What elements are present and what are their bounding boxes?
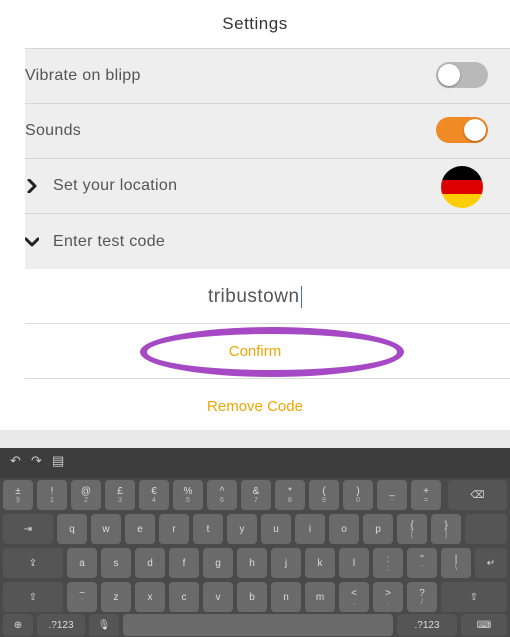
key-e[interactable]: e xyxy=(125,514,155,544)
key-g[interactable]: g xyxy=(203,548,233,578)
setting-row-vibrate[interactable]: Vibrate on blipp xyxy=(25,48,510,103)
key-f[interactable]: f xyxy=(169,548,199,578)
key-j[interactable]: j xyxy=(271,548,301,578)
key-0[interactable]: ) 0 xyxy=(343,480,373,510)
toggle-knob xyxy=(464,119,486,141)
key-2[interactable]: @2 xyxy=(71,480,101,510)
key-i[interactable]: i xyxy=(295,514,325,544)
numbers-key[interactable]: .?123 xyxy=(37,614,85,636)
tab-key[interactable]: ⇥ xyxy=(3,514,53,544)
key-`[interactable]: ~ ` xyxy=(67,582,97,612)
key-s[interactable]: s xyxy=(101,548,131,578)
toggle-knob xyxy=(438,64,460,86)
key-§[interactable]: ± § xyxy=(3,480,33,510)
key-symbol[interactable]: | \ xyxy=(441,548,471,578)
header-bar: Settings xyxy=(0,0,510,48)
backspace-key[interactable]: ⌫ xyxy=(448,480,507,510)
key-4[interactable]: €4 xyxy=(139,480,169,510)
page-title: Settings xyxy=(222,14,288,33)
mic-key[interactable]: 🎙 xyxy=(89,614,119,636)
key-=[interactable]: + = xyxy=(411,480,441,510)
key-k[interactable]: k xyxy=(305,548,335,578)
key-9[interactable]: (9 xyxy=(309,480,339,510)
sounds-toggle[interactable] xyxy=(436,117,488,143)
key-v[interactable]: v xyxy=(203,582,233,612)
key-x[interactable]: x xyxy=(135,582,165,612)
chevron-right-icon xyxy=(25,179,39,193)
text-caret xyxy=(300,285,303,308)
setting-row-sounds[interactable]: Sounds xyxy=(25,103,510,158)
key-b[interactable]: b xyxy=(237,582,267,612)
key-p[interactable]: p xyxy=(363,514,393,544)
key-d[interactable]: d xyxy=(135,548,165,578)
key-u[interactable]: u xyxy=(261,514,291,544)
redo-icon[interactable]: ↷ xyxy=(31,453,42,469)
setting-row-location[interactable]: Set your location xyxy=(25,158,510,213)
setting-label-vibrate: Vibrate on blipp xyxy=(25,67,141,84)
key-7[interactable]: & 7 xyxy=(241,480,271,510)
confirm-button[interactable]: Confirm xyxy=(0,324,510,378)
key-w[interactable]: w xyxy=(91,514,121,544)
key-1[interactable]: ! 1 xyxy=(37,480,67,510)
return-key[interactable]: ↵ xyxy=(475,548,507,578)
key-symbol[interactable]: :; xyxy=(373,548,403,578)
setting-label-test-code: Enter test code xyxy=(53,232,166,250)
shift-key[interactable]: ⇧ xyxy=(3,582,63,612)
key-8[interactable]: * 8 xyxy=(275,480,305,510)
key-m[interactable]: m xyxy=(305,582,335,612)
key-n[interactable]: n xyxy=(271,582,301,612)
key-h[interactable]: h xyxy=(237,548,267,578)
key-o[interactable]: o xyxy=(329,514,359,544)
key-r[interactable]: r xyxy=(159,514,189,544)
numbers-key-right[interactable]: .?123 xyxy=(397,614,457,636)
keyboard-top-strip xyxy=(0,430,510,448)
key-[[interactable]: {[ xyxy=(397,514,427,544)
vibrate-toggle[interactable] xyxy=(436,62,488,88)
key-z[interactable]: z xyxy=(101,582,131,612)
key-y[interactable]: y xyxy=(227,514,257,544)
key--[interactable]: _ - xyxy=(377,480,407,510)
confirm-label: Confirm xyxy=(228,342,282,360)
key-c[interactable]: c xyxy=(169,582,199,612)
test-code-value: tribustown xyxy=(207,285,300,307)
key-symbol[interactable]: " ' xyxy=(407,548,437,578)
test-code-input[interactable]: tribustown xyxy=(0,270,510,323)
key-q[interactable]: q xyxy=(57,514,87,544)
paste-icon[interactable]: ▤ xyxy=(52,453,64,469)
germany-flag-icon[interactable] xyxy=(441,166,483,208)
globe-key[interactable]: ⊕ xyxy=(3,614,33,636)
setting-row-test-code[interactable]: Enter test code xyxy=(25,213,510,269)
setting-label-location: Set your location xyxy=(53,177,178,194)
key-6[interactable]: ^ 6 xyxy=(207,480,237,510)
key-a[interactable]: a xyxy=(67,548,97,578)
undo-icon[interactable]: ↶ xyxy=(10,453,21,469)
caps-lock-key[interactable]: ⇪ xyxy=(3,548,63,578)
chevron-down-icon xyxy=(25,235,39,249)
key-,[interactable]: <, xyxy=(339,582,369,612)
remove-code-label: Remove Code xyxy=(207,397,303,415)
key-][interactable]: }] xyxy=(431,514,461,544)
key-.[interactable]: >. xyxy=(373,582,403,612)
hide-keyboard-key[interactable]: ⌨ xyxy=(461,614,507,636)
key-t[interactable]: t xyxy=(193,514,223,544)
shift-key-right[interactable]: ⇧ xyxy=(441,582,507,612)
remove-code-button[interactable]: Remove Code xyxy=(0,379,510,433)
on-screen-keyboard: ↶ ↷ ▤ ± §! 1 @2 £3 €4% 5 ^ 6 & 7 * 8(9) 0 _ - + = ⌫ ⇥ q w e r t y… xyxy=(0,430,510,637)
spacer-key[interactable] xyxy=(465,514,507,544)
keyboard-suggestion-bar: ↶ ↷ ▤ xyxy=(0,448,510,478)
key-/[interactable]: ? / xyxy=(407,582,437,612)
key-l[interactable]: l xyxy=(339,548,369,578)
key-3[interactable]: £3 xyxy=(105,480,135,510)
space-key[interactable] xyxy=(123,614,393,636)
setting-label-sounds: Sounds xyxy=(25,122,82,139)
key-5[interactable]: % 5 xyxy=(173,480,203,510)
